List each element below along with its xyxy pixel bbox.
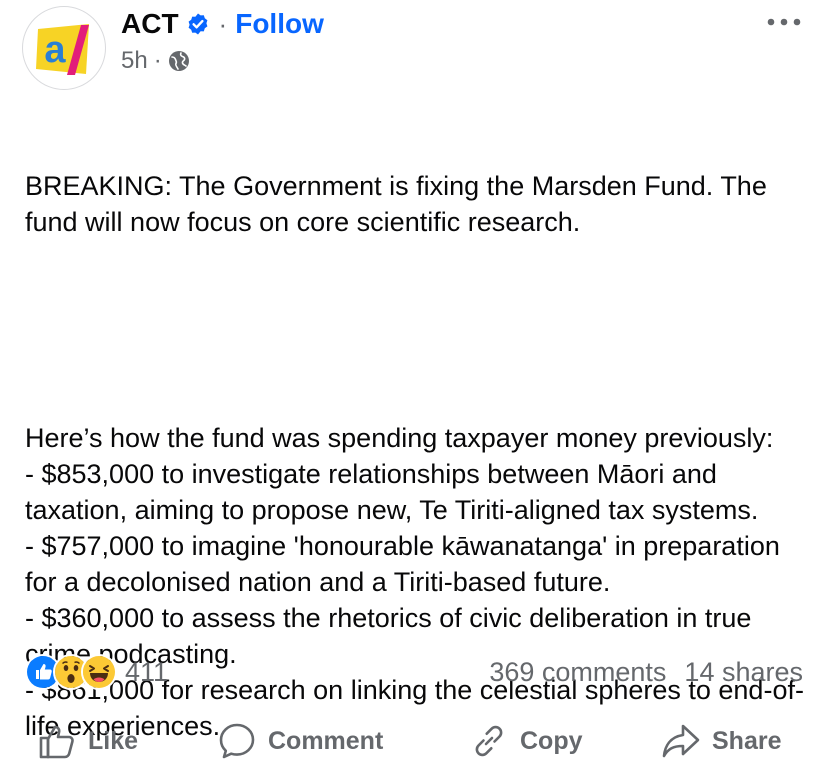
svg-text:a: a <box>44 29 66 71</box>
comments-count[interactable]: 369 comments <box>489 657 666 688</box>
reaction-count: 411 <box>125 656 169 687</box>
like-button[interactable]: Like <box>38 716 138 766</box>
more-options-button[interactable] <box>766 8 802 36</box>
engagement-stats: 411 369 comments 14 shares <box>25 648 803 694</box>
globe-icon[interactable] <box>168 50 190 72</box>
like-label: Like <box>88 726 139 755</box>
post-paragraph: Here’s how the fund was spending taxpaye… <box>25 423 804 741</box>
share-button[interactable]: Share <box>662 716 781 766</box>
link-icon <box>475 725 503 757</box>
reactions-summary[interactable]: 411 <box>25 652 168 692</box>
post-timestamp[interactable]: 5h <box>121 47 148 75</box>
shares-count[interactable]: 14 shares <box>684 657 803 688</box>
comment-bubble-icon <box>219 723 255 759</box>
copy-link-button[interactable]: Copy <box>470 716 583 766</box>
post-meta: 5h · <box>121 46 190 76</box>
separator-dot: · <box>218 8 228 39</box>
share-label: Share <box>712 726 782 755</box>
act-logo-avatar[interactable]: a <box>22 6 106 90</box>
verified-badge-icon <box>186 12 210 36</box>
post-paragraph-blank <box>25 312 815 348</box>
thumbs-up-icon <box>39 725 74 759</box>
post-header: a ACT · Follow 5h · <box>0 0 828 90</box>
copy-label: Copy <box>520 726 583 755</box>
comment-label: Comment <box>268 726 384 755</box>
haha-reaction-icon <box>81 654 117 690</box>
post-paragraph: BREAKING: The Government is fixing the M… <box>25 171 775 237</box>
share-arrow-icon <box>662 724 700 758</box>
action-bar: Like Comment Copy Share <box>0 716 828 766</box>
follow-button[interactable]: Follow <box>235 8 324 40</box>
counts: 369 comments 14 shares <box>489 652 803 692</box>
act-logo-icon: a <box>36 24 89 75</box>
author-line: ACT · Follow <box>121 6 324 42</box>
author-name[interactable]: ACT <box>121 8 179 40</box>
more-options-icon <box>767 18 801 26</box>
separator-dot: · <box>153 47 162 74</box>
comment-button[interactable]: Comment <box>218 716 383 766</box>
